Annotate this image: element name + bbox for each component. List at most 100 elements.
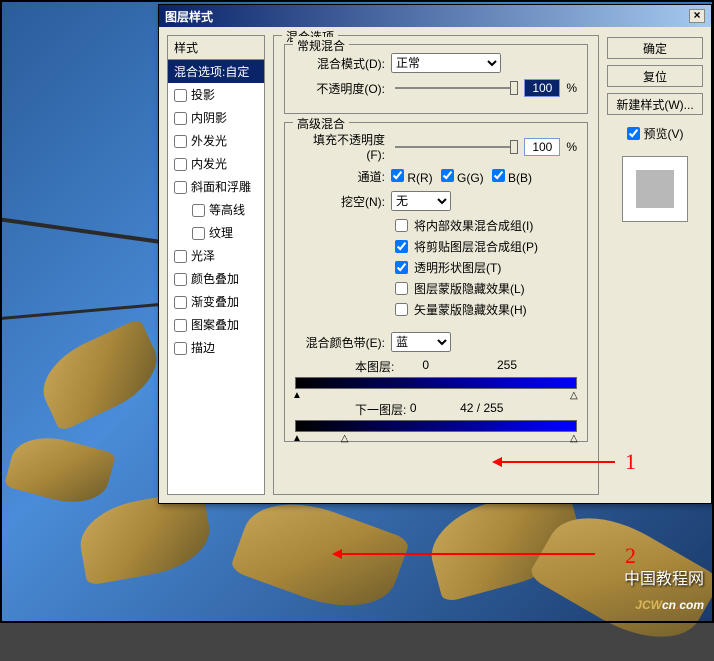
style-gradient-overlay[interactable]: 渐变叠加 xyxy=(168,290,264,313)
style-inner-glow[interactable]: 内发光 xyxy=(168,152,264,175)
opacity-thumb[interactable] xyxy=(510,81,518,95)
general-title: 常规混合 xyxy=(293,37,349,54)
transparency-checkbox[interactable] xyxy=(395,261,408,274)
underlying-label: 下一图层: xyxy=(355,401,406,418)
leaf-decor xyxy=(31,318,169,432)
pattern-overlay-checkbox[interactable] xyxy=(174,319,187,332)
ok-button[interactable]: 确定 xyxy=(607,37,703,59)
opacity-slider[interactable] xyxy=(395,87,514,89)
bevel-checkbox[interactable] xyxy=(174,181,187,194)
cancel-button[interactable]: 复位 xyxy=(607,65,703,87)
knockout-label: 挖空(N): xyxy=(295,193,385,210)
under-mid: 42 xyxy=(460,401,473,415)
fill-slider[interactable] xyxy=(395,146,514,148)
channel-r[interactable]: R(R) xyxy=(391,169,433,185)
under-black-stop[interactable]: ▲ xyxy=(292,433,302,441)
outer-glow-checkbox[interactable] xyxy=(174,135,187,148)
this-min: 0 xyxy=(422,358,429,375)
blend-clipped-checkbox[interactable] xyxy=(395,240,408,253)
watermark-en: JCWcn.com xyxy=(624,589,704,615)
channel-r-checkbox[interactable] xyxy=(391,169,404,182)
transparency-label: 透明形状图层(T) xyxy=(414,259,501,276)
layer-mask-checkbox[interactable] xyxy=(395,282,408,295)
new-style-button[interactable]: 新建样式(W)... xyxy=(607,93,703,115)
options-panel: 混合选项 常规混合 混合模式(D): 正常 不透明度(O): % xyxy=(273,35,599,495)
knockout-select[interactable]: 无 xyxy=(391,191,451,211)
opacity-input[interactable] xyxy=(524,79,560,97)
blend-clipped-label: 将剪贴图层混合成组(P) xyxy=(414,238,538,255)
channel-g-checkbox[interactable] xyxy=(441,169,454,182)
under-min: 0 xyxy=(410,401,417,418)
vector-mask-label: 矢量蒙版隐藏效果(H) xyxy=(414,301,527,318)
fill-input[interactable] xyxy=(524,138,560,156)
style-drop-shadow[interactable]: 投影 xyxy=(168,83,264,106)
dialog-title: 图层样式 xyxy=(165,8,213,25)
channel-b-checkbox[interactable] xyxy=(492,169,505,182)
inner-shadow-checkbox[interactable] xyxy=(174,112,187,125)
annotation-arrow-1 xyxy=(495,461,615,463)
drop-shadow-checkbox[interactable] xyxy=(174,89,187,102)
preview-swatch xyxy=(622,156,688,222)
styles-header: 样式 xyxy=(168,36,264,60)
preview-checkbox[interactable] xyxy=(627,127,640,140)
style-inner-shadow[interactable]: 内阴影 xyxy=(168,106,264,129)
inner-glow-checkbox[interactable] xyxy=(174,158,187,171)
blend-interior-label: 将内部效果混合成组(I) xyxy=(414,217,533,234)
advanced-title: 高级混合 xyxy=(293,115,349,132)
channel-b[interactable]: B(B) xyxy=(492,169,532,185)
leaf-decor xyxy=(229,485,410,624)
style-pattern-overlay[interactable]: 图案叠加 xyxy=(168,313,264,336)
style-stroke[interactable]: 描边 xyxy=(168,336,264,359)
fill-opacity-label: 填充不透明度(F): xyxy=(295,131,385,162)
satin-checkbox[interactable] xyxy=(174,250,187,263)
channels-label: 通道: xyxy=(295,168,385,185)
fill-thumb[interactable] xyxy=(510,140,518,154)
blend-mode-label: 混合模式(D): xyxy=(295,55,385,72)
this-max: 255 xyxy=(497,358,517,375)
this-layer-label: 本图层: xyxy=(355,358,394,375)
style-outer-glow[interactable]: 外发光 xyxy=(168,129,264,152)
layer-mask-label: 图层蒙版隐藏效果(L) xyxy=(414,280,525,297)
annotation-number-1: 1 xyxy=(625,449,636,475)
this-black-stop[interactable]: ▲ xyxy=(292,390,302,398)
style-satin[interactable]: 光泽 xyxy=(168,244,264,267)
blending-options-group: 混合选项 常规混合 混合模式(D): 正常 不透明度(O): % xyxy=(273,35,599,495)
annotation-arrow-2 xyxy=(335,553,595,555)
style-texture[interactable]: 纹理 xyxy=(168,221,264,244)
channel-g[interactable]: G(G) xyxy=(441,169,484,185)
styles-list: 样式 混合选项:自定 投影 内阴影 外发光 内发光 斜面和浮雕 等高线 纹理 光… xyxy=(167,35,265,495)
style-contour[interactable]: 等高线 xyxy=(168,198,264,221)
texture-checkbox[interactable] xyxy=(192,227,205,240)
vector-mask-checkbox[interactable] xyxy=(395,303,408,316)
opacity-unit: % xyxy=(566,81,577,95)
general-blending-group: 常规混合 混合模式(D): 正常 不透明度(O): % xyxy=(284,44,588,114)
style-blending-options[interactable]: 混合选项:自定 xyxy=(168,60,264,83)
contour-checkbox[interactable] xyxy=(192,204,205,217)
blend-if-label: 混合颜色带(E): xyxy=(295,334,385,351)
leaf-decor xyxy=(4,428,116,512)
style-color-overlay[interactable]: 颜色叠加 xyxy=(168,267,264,290)
gradient-overlay-checkbox[interactable] xyxy=(174,296,187,309)
advanced-blending-group: 高级混合 填充不透明度(F): % 通道: R(R) G(G) B(B) xyxy=(284,122,588,442)
color-overlay-checkbox[interactable] xyxy=(174,273,187,286)
style-bevel-emboss[interactable]: 斜面和浮雕 xyxy=(168,175,264,198)
under-max: 255 xyxy=(483,401,503,415)
under-white-stop-split[interactable]: △ xyxy=(341,433,351,441)
layer-style-dialog: 图层样式 × 样式 混合选项:自定 投影 内阴影 外发光 内发光 斜面和浮雕 等… xyxy=(158,4,712,504)
blend-if-select[interactable]: 蓝 xyxy=(391,332,451,352)
annotation-number-2: 2 xyxy=(625,543,636,569)
close-button[interactable]: × xyxy=(689,9,705,23)
under-white-stop[interactable]: △ xyxy=(570,433,580,441)
preview-label: 预览(V) xyxy=(644,125,684,142)
blend-interior-checkbox[interactable] xyxy=(395,219,408,232)
fill-unit: % xyxy=(566,140,577,154)
this-white-stop[interactable]: △ xyxy=(570,390,580,398)
this-layer-gradient[interactable]: ▲ △ xyxy=(295,377,577,389)
titlebar[interactable]: 图层样式 × xyxy=(159,5,711,27)
underlying-gradient[interactable]: ▲ △ △ xyxy=(295,420,577,432)
opacity-label: 不透明度(O): xyxy=(295,80,385,97)
preview-inner xyxy=(636,170,674,208)
branch-decor xyxy=(0,303,160,320)
blend-mode-select[interactable]: 正常 xyxy=(391,53,501,73)
stroke-checkbox[interactable] xyxy=(174,342,187,355)
